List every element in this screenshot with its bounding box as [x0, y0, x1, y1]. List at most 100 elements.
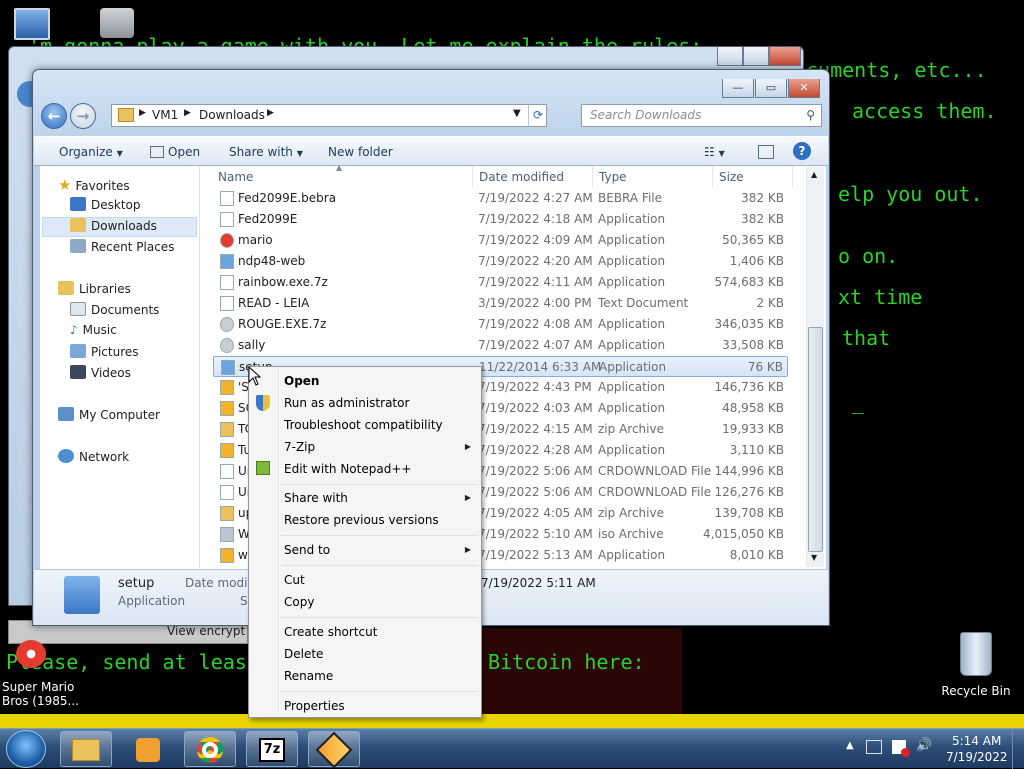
- nav-favorites[interactable]: ★ Favorites: [58, 176, 130, 196]
- file-type: Application: [598, 380, 666, 394]
- breadcrumb-downloads[interactable]: Downloads: [199, 108, 265, 122]
- nav-videos-label: Videos: [91, 366, 131, 380]
- mario-desktop-shortcut[interactable]: Super Mario Bros (1985...: [2, 640, 82, 708]
- scroll-down-icon[interactable]: ▼: [811, 553, 817, 562]
- nav-network[interactable]: Network: [58, 449, 129, 469]
- scrollbar-thumb[interactable]: [808, 327, 823, 552]
- column-header-size[interactable]: Size: [719, 170, 744, 184]
- file-row[interactable]: Fed2099E 7/19/2022 4:18 AM Application 382 …: [213, 209, 788, 230]
- refresh-icon[interactable]: ⟳: [528, 105, 547, 126]
- column-header-type[interactable]: Type: [599, 170, 627, 184]
- file-size: 144,996 KB: [714, 464, 784, 478]
- folder-icon: [118, 108, 134, 122]
- views-icon[interactable]: ☷ ▼: [704, 145, 725, 159]
- nav-libraries[interactable]: Libraries: [58, 281, 131, 301]
- nav-downloads[interactable]: Downloads: [42, 217, 197, 237]
- help-icon[interactable]: ?: [793, 142, 811, 160]
- nav-downloads-label: Downloads: [91, 219, 157, 233]
- menu-properties[interactable]: Properties: [284, 699, 345, 713]
- breadcrumb-vm1[interactable]: VM1: [152, 108, 178, 122]
- menu-troubleshoot[interactable]: Troubleshoot compatibility: [284, 418, 443, 432]
- taskbar-app-button[interactable]: [308, 731, 360, 769]
- column-header-date[interactable]: Date modified: [479, 170, 564, 184]
- file-date: 7/19/2022 4:28 AM: [478, 443, 593, 457]
- taskbar-7zip-button[interactable]: 7z: [246, 731, 298, 767]
- address-dropdown-icon[interactable]: ▼: [513, 108, 521, 119]
- back-window-minimize-button[interactable]: [717, 47, 743, 66]
- nav-music-label: Music: [82, 323, 117, 337]
- taskbar: 7z ▲ 🔊 5:14 AM 7/19/2022: [0, 728, 1024, 769]
- file-size: 126,276 KB: [714, 485, 784, 499]
- menu-share-with[interactable]: Share with: [284, 491, 348, 505]
- nav-music[interactable]: ♪ Music: [70, 323, 117, 343]
- computer-icon: [58, 407, 74, 421]
- preview-pane-icon[interactable]: [758, 145, 774, 159]
- clock-time[interactable]: 5:14 AM: [952, 734, 1001, 748]
- file-date: 7/19/2022 5:06 AM: [478, 464, 593, 478]
- scroll-up-icon[interactable]: ▲: [811, 170, 817, 179]
- file-type: Application: [598, 275, 666, 289]
- maximize-button[interactable]: ▭: [755, 79, 787, 98]
- menu-send-to[interactable]: Send to: [284, 543, 330, 557]
- nav-videos[interactable]: Videos: [70, 365, 131, 385]
- forward-button[interactable]: →: [70, 103, 96, 129]
- action-center-icon[interactable]: [892, 740, 910, 757]
- file-row[interactable]: ROUGE.EXE.7z 7/19/2022 4:08 AM Application…: [213, 314, 788, 335]
- taskbar-chrome-button[interactable]: [184, 731, 236, 767]
- open-button[interactable]: Open: [150, 145, 200, 159]
- file-row[interactable]: sally 7/19/2022 4:07 AM Application 33,508 …: [213, 335, 788, 356]
- back-window-close-button[interactable]: [769, 47, 801, 66]
- clock-date[interactable]: 7/19/2022: [946, 750, 1008, 764]
- menu-edit-notepad[interactable]: Edit with Notepad++: [284, 462, 411, 476]
- menu-delete[interactable]: Delete: [284, 647, 323, 661]
- menu-cut[interactable]: Cut: [284, 573, 305, 587]
- computer-desktop-icon[interactable]: [14, 8, 50, 40]
- volume-icon[interactable]: 🔊: [916, 738, 932, 753]
- network-desktop-icon[interactable]: [100, 8, 134, 38]
- show-hidden-icons[interactable]: ▲: [846, 740, 854, 751]
- menu-open[interactable]: Open: [284, 374, 319, 388]
- start-button[interactable]: [6, 730, 46, 768]
- nav-desktop[interactable]: Desktop: [70, 197, 141, 217]
- context-menu: Open Run as administrator Troubleshoot c…: [248, 366, 482, 718]
- menu-7zip[interactable]: 7-Zip: [284, 440, 315, 454]
- menu-rename[interactable]: Rename: [284, 669, 333, 683]
- file-size: 574,683 KB: [714, 275, 784, 289]
- back-window-maximize-button[interactable]: [743, 47, 769, 66]
- nav-pictures[interactable]: Pictures: [70, 344, 139, 364]
- network-tray-icon[interactable]: [866, 740, 882, 754]
- search-input[interactable]: Search Downloads ⚲: [581, 104, 822, 127]
- file-row[interactable]: mario 7/19/2022 4:09 AM Application 50,365 …: [213, 230, 788, 251]
- music-icon: ♪: [70, 323, 78, 337]
- back-button[interactable]: ←: [41, 103, 67, 129]
- nav-recent-places[interactable]: Recent Places: [70, 239, 174, 259]
- file-row[interactable]: ndp48-web 7/19/2022 4:20 AM Application 1,4…: [213, 251, 788, 272]
- menu-copy[interactable]: Copy: [284, 595, 314, 609]
- share-with-button[interactable]: Share with ▼: [229, 145, 303, 159]
- organize-button[interactable]: Organize ▼: [59, 145, 123, 159]
- vertical-scrollbar[interactable]: ▲ ▼: [806, 167, 824, 567]
- details-file-kind: Application: [118, 594, 186, 608]
- taskbar-media-player-button[interactable]: [122, 731, 174, 767]
- menu-restore-versions[interactable]: Restore previous versions: [284, 513, 439, 527]
- file-type: Application: [598, 212, 666, 226]
- recycle-bin-desktop-icon[interactable]: Recycle Bin: [938, 630, 1014, 698]
- file-type: zip Archive: [598, 506, 664, 520]
- address-bar[interactable]: ▶ VM1 ▶ Downloads ▶ ▼ ⟳: [111, 104, 547, 127]
- new-folder-button[interactable]: New folder: [328, 145, 393, 159]
- nav-my-computer[interactable]: My Computer: [58, 407, 160, 427]
- mario-shortcut-label: Super Mario Bros (1985...: [2, 680, 82, 708]
- menu-create-shortcut[interactable]: Create shortcut: [284, 625, 377, 639]
- file-row[interactable]: rainbow.exe.7z 7/19/2022 4:11 AM Applicati…: [213, 272, 788, 293]
- minimize-button[interactable]: —: [722, 79, 754, 98]
- menu-run-as-admin[interactable]: Run as administrator: [284, 396, 409, 410]
- close-button[interactable]: ✕: [788, 79, 820, 98]
- column-header-name[interactable]: Name: [218, 170, 253, 184]
- file-row[interactable]: Fed2099E.bebra 7/19/2022 4:27 AM BEBRA Fil…: [213, 188, 788, 209]
- file-row[interactable]: READ - LEIA 3/19/2022 4:00 PM Text Documen…: [213, 293, 788, 314]
- file-date: 7/19/2022 4:18 AM: [478, 212, 593, 226]
- nav-documents[interactable]: Documents: [70, 302, 159, 322]
- show-desktop-button[interactable]: [1012, 729, 1024, 769]
- file-size: 33,508 KB: [722, 338, 784, 352]
- taskbar-explorer-button[interactable]: [60, 731, 112, 767]
